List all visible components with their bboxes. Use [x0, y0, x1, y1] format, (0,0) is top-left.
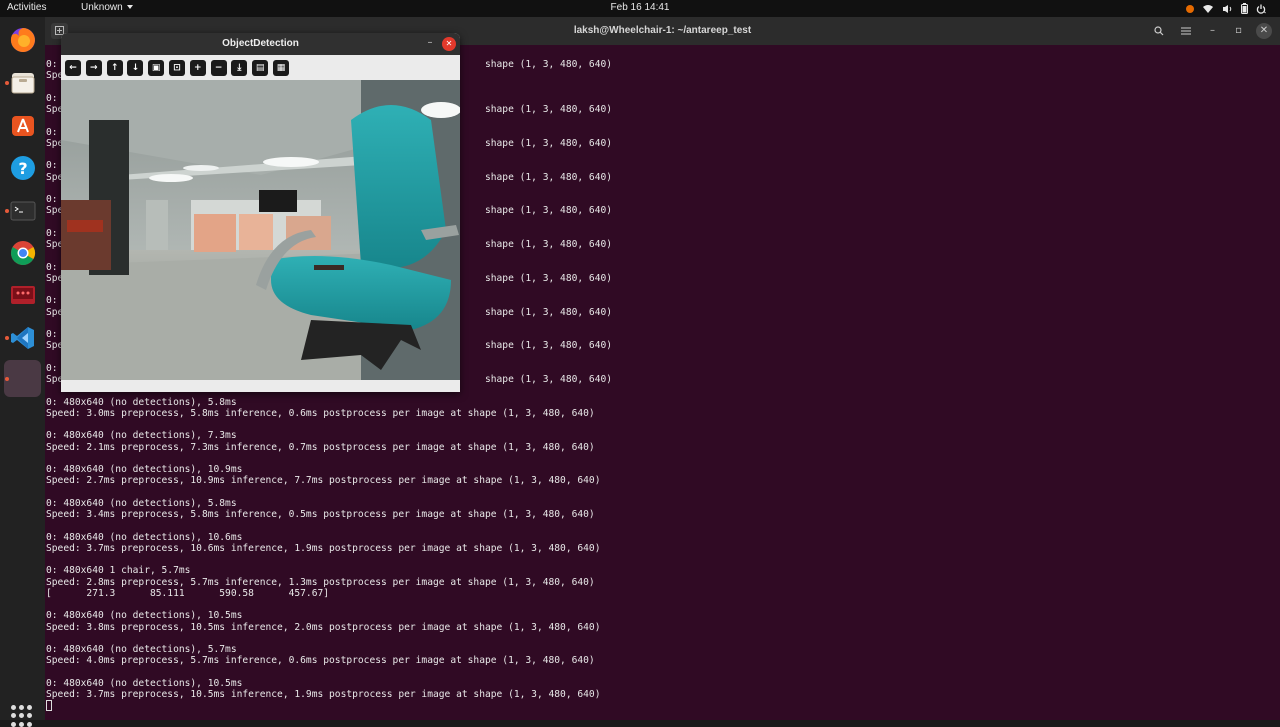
terminal-line: Speed: 2.1ms preprocess, 7.3ms inference…	[46, 441, 595, 453]
camera-feed-image	[61, 80, 460, 380]
hamburger-menu-icon	[1180, 27, 1191, 35]
volume-icon	[1223, 4, 1232, 13]
wifi-icon	[1203, 4, 1213, 13]
copy-image-icon[interactable]: ▤	[252, 60, 269, 76]
pan-right-icon[interactable]: →	[85, 60, 102, 76]
terminal-line: 0: 480x640 (no detections), 5.8ms	[46, 497, 237, 509]
od-toolbar: ← → ↑ ↓ ▣ ⊡ + − ⤓ ▤ ▦	[61, 55, 460, 80]
terminal-icon	[10, 201, 35, 220]
chrome-icon	[10, 240, 35, 265]
properties-icon[interactable]: ▦	[273, 60, 289, 76]
pan-down-icon[interactable]: ↓	[127, 60, 144, 76]
firefox-icon	[10, 27, 35, 52]
dock-screen-recorder[interactable]	[4, 276, 41, 313]
pan-up-icon[interactable]: ↑	[106, 60, 123, 76]
terminal-prompt[interactable]	[46, 700, 1276, 712]
top-bar: Activities Unknown Feb 16 14:41	[0, 0, 1280, 17]
help-icon: ?	[10, 155, 35, 180]
terminal-line: Speed: 3.4ms preprocess, 5.8ms inference…	[46, 509, 595, 520]
files-icon	[11, 72, 34, 93]
search-icon	[1153, 26, 1163, 36]
battery-icon	[1241, 3, 1248, 14]
zoom-out-icon[interactable]: −	[210, 60, 227, 76]
close-icon: ✕	[1259, 25, 1269, 36]
notification-dot-icon	[1186, 4, 1194, 13]
dock-active-window[interactable]	[4, 360, 41, 397]
dock-terminal[interactable]	[4, 192, 41, 229]
terminal-line: 0: 480x640 (no detections), 5.8ms	[46, 396, 237, 408]
od-minimize-button[interactable]: –	[423, 36, 437, 50]
terminal-line: 0: 480x640 (no detections), 10.6ms	[46, 531, 243, 543]
terminal-line: Speed: 4.0ms preprocess, 5.7ms inference…	[46, 655, 595, 667]
show-applications-grid-icon[interactable]	[11, 705, 33, 727]
minimize-icon: –	[1210, 25, 1215, 36]
app-center-icon	[11, 115, 34, 136]
dock-chrome[interactable]	[4, 234, 41, 271]
terminal-menu-button[interactable]	[1176, 22, 1195, 40]
terminal-line: Speed: 3.7ms preprocess, 10.6ms inferenc…	[46, 542, 601, 554]
close-icon: ✕	[445, 39, 453, 48]
object-detection-window[interactable]: ObjectDetection – ✕ ← → ↑ ↓ ▣ ⊡ + − ⤓ ▤ ▦	[61, 33, 460, 392]
maximize-icon: ▫	[1235, 25, 1242, 36]
terminal-line: 0: 480x640 (no detections), 10.5ms	[46, 610, 243, 622]
terminal-line: 0: 480x640 (no detections), 7.3ms	[46, 430, 237, 442]
dock-help[interactable]: ?	[4, 149, 41, 186]
terminal-line: [ 271.3 85.111 590.58 457.67]	[46, 587, 330, 599]
od-window-title: ObjectDetection	[222, 38, 299, 49]
running-indicator	[5, 377, 9, 381]
minimize-icon: –	[427, 37, 433, 48]
od-close-button[interactable]: ✕	[442, 37, 456, 51]
terminal-line: 0: 480x640 1 chair, 5.7ms	[46, 565, 191, 577]
od-statusbar	[61, 380, 460, 392]
terminal-line: Speed: 2.8ms preprocess, 5.7ms inference…	[46, 576, 595, 588]
zoom-fit-icon[interactable]: ▣	[148, 60, 165, 76]
power-icon	[1256, 4, 1266, 14]
cursor-icon	[46, 700, 52, 712]
running-indicator	[5, 336, 9, 340]
terminal-close-button[interactable]: ✕	[1256, 23, 1272, 39]
zoom-in-icon[interactable]: +	[189, 60, 206, 76]
running-indicator	[5, 81, 9, 85]
terminal-line: Speed: 3.7ms preprocess, 10.5ms inferenc…	[46, 689, 601, 700]
system-tray[interactable]	[1186, 2, 1266, 15]
terminal-minimize-button[interactable]: –	[1203, 22, 1222, 40]
terminal-search-button[interactable]	[1149, 22, 1168, 40]
vscode-icon	[10, 326, 34, 349]
camera-frame	[61, 80, 460, 380]
zoom-original-icon[interactable]: ⊡	[169, 60, 185, 76]
dock-firefox[interactable]	[4, 21, 41, 58]
terminal-line: 0: 480x640 (no detections), 5.7ms	[46, 644, 237, 655]
pan-left-icon[interactable]: ←	[65, 60, 81, 76]
terminal-line: Speed: 2.7ms preprocess, 10.9ms inferenc…	[46, 475, 601, 487]
terminal-line: 0: 480x640 (no detections), 10.5ms	[46, 677, 243, 689]
screen-recorder-icon	[10, 285, 35, 304]
terminal-line: Speed: 3.8ms preprocess, 10.5ms inferenc…	[46, 621, 601, 633]
dock-app-center[interactable]	[4, 106, 41, 143]
terminal-line: 0: 480x640 (no detections), 10.9ms	[46, 464, 243, 475]
clock[interactable]: Feb 16 14:41	[0, 2, 1280, 13]
dock-files[interactable]	[4, 64, 41, 101]
svg-text:?: ?	[18, 159, 27, 178]
save-image-icon[interactable]: ⤓	[231, 60, 248, 76]
od-titlebar[interactable]: ObjectDetection – ✕	[61, 33, 460, 55]
terminal-maximize-button[interactable]: ▫	[1229, 22, 1248, 40]
dock-vscode[interactable]	[4, 319, 41, 356]
terminal-line: Speed: 3.0ms preprocess, 5.8ms inference…	[46, 407, 595, 419]
dock: ?	[0, 17, 45, 727]
running-indicator	[5, 209, 9, 213]
